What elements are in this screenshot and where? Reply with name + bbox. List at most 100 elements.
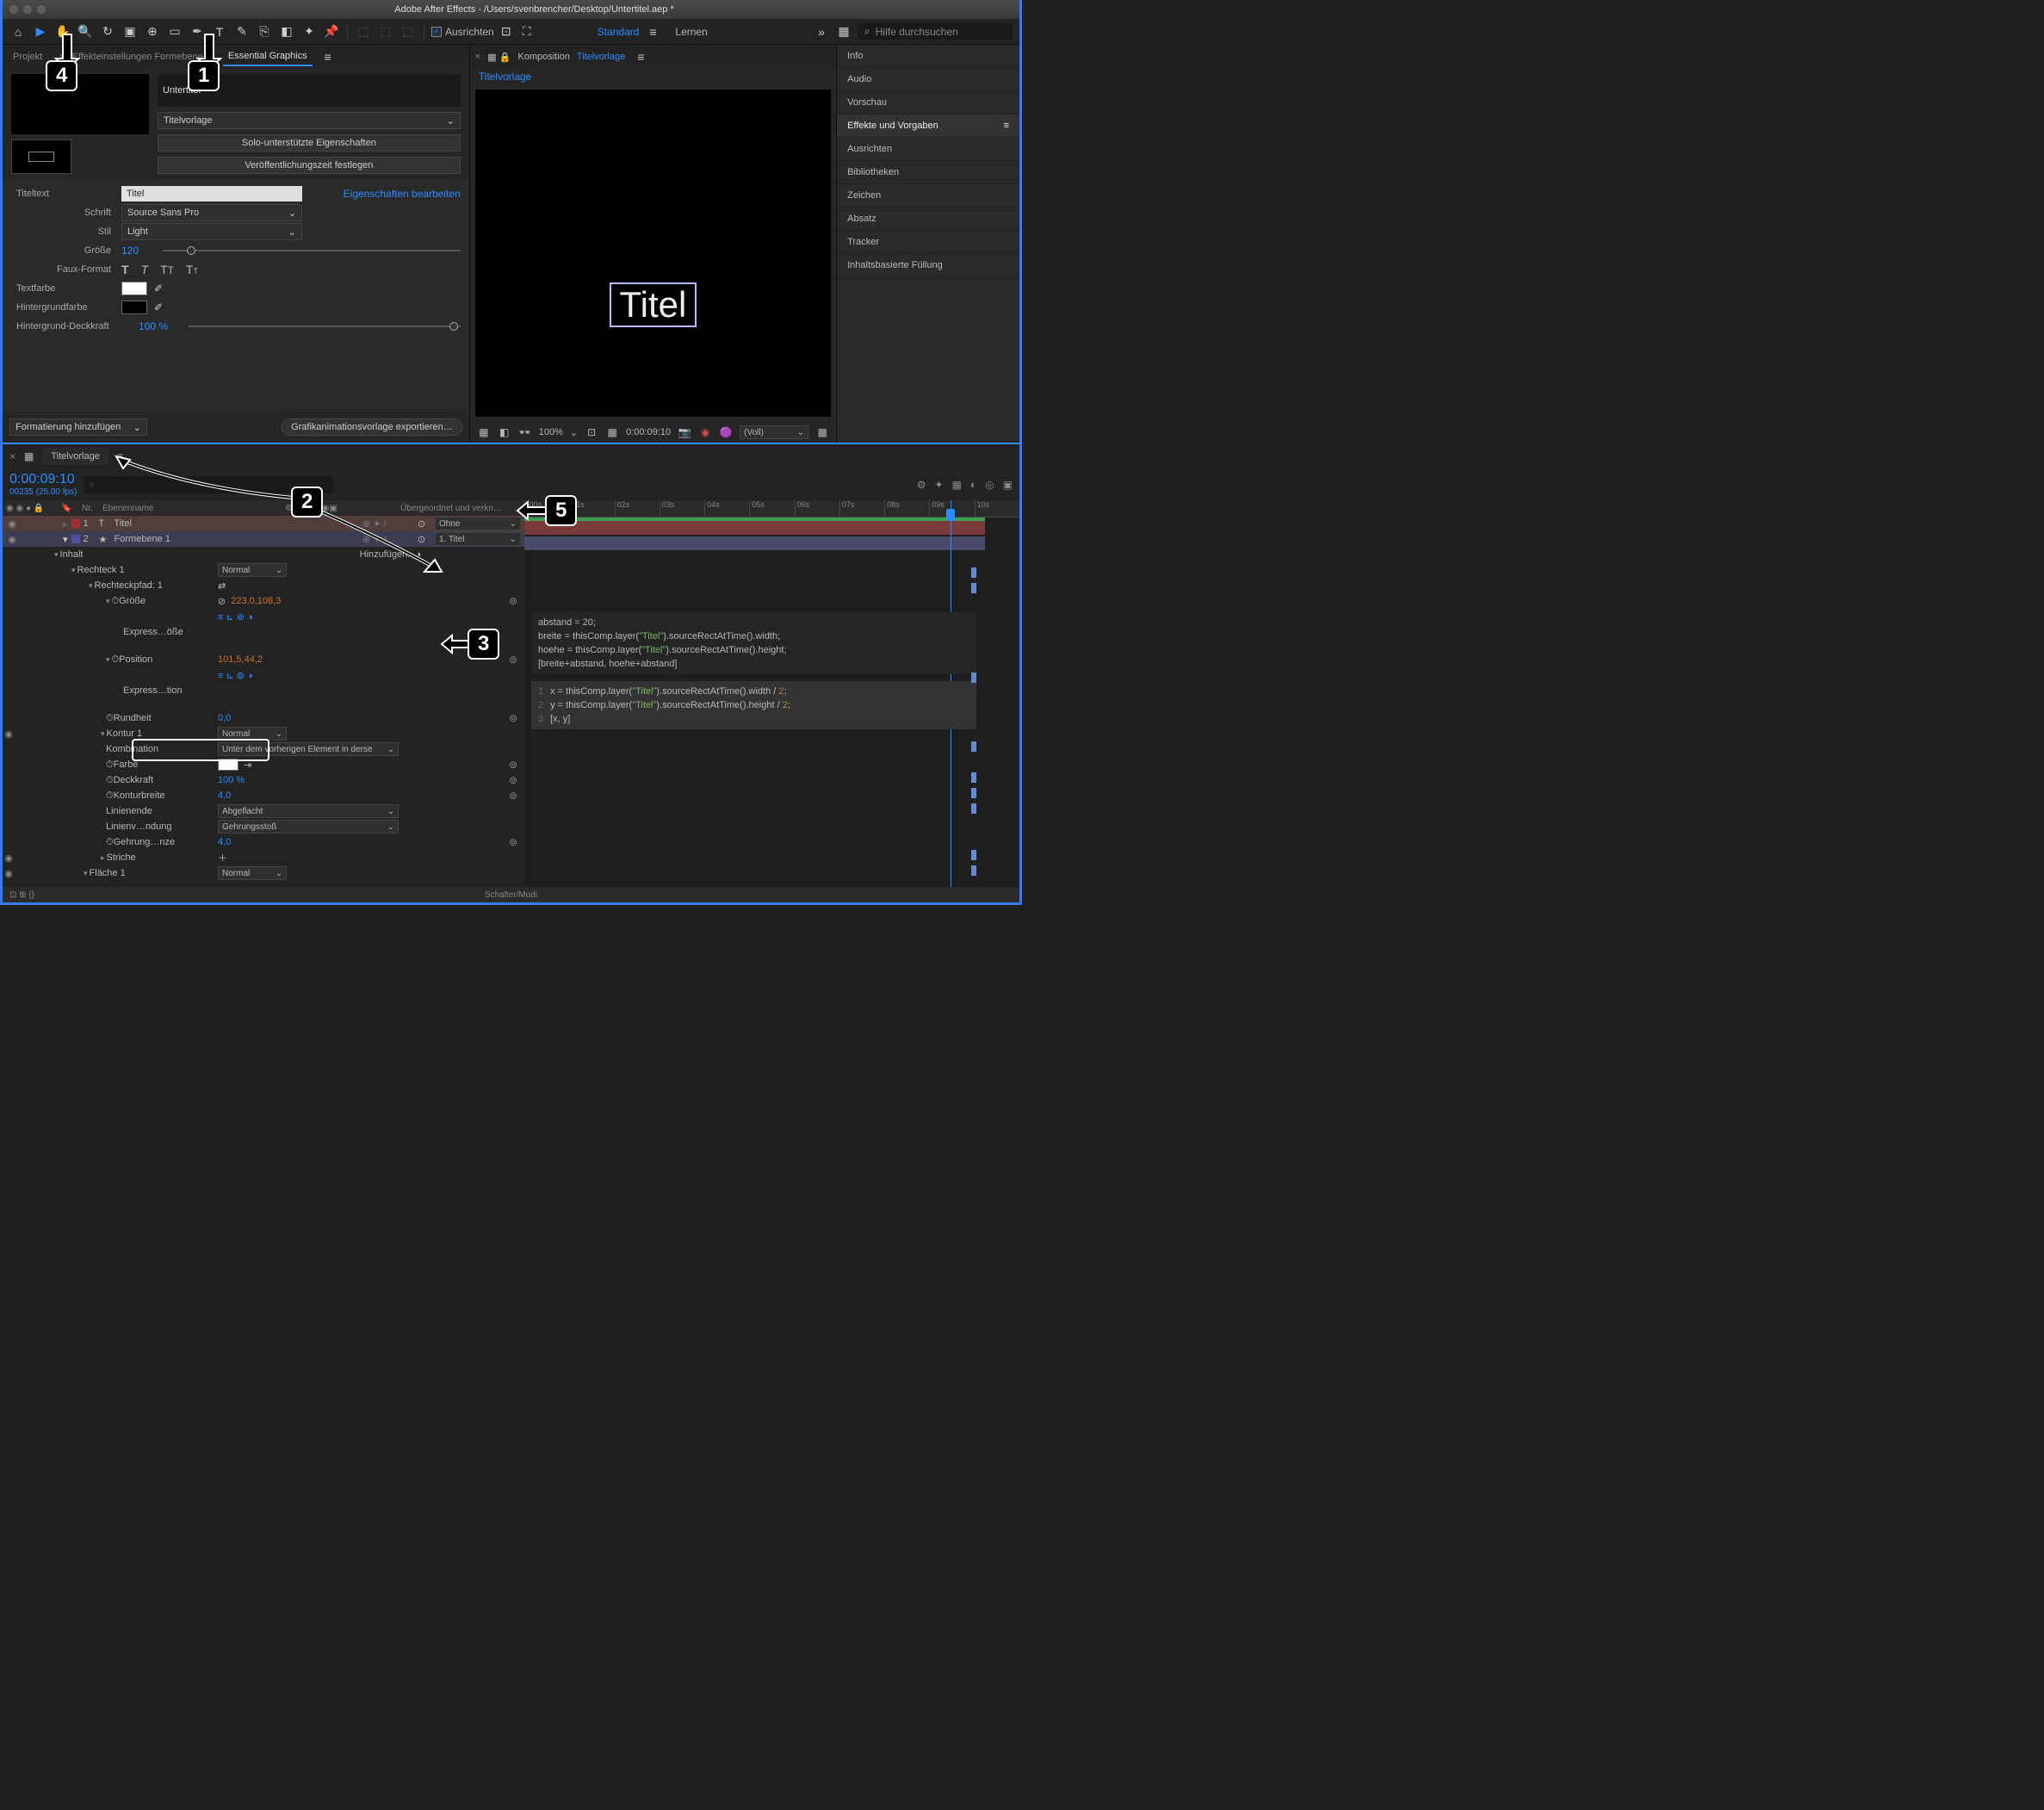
viewer-timecode[interactable]: 0:00:09:10	[626, 427, 671, 437]
res-icon[interactable]: ⊡	[585, 426, 598, 438]
panel-icon[interactable]: ▦	[835, 23, 852, 40]
grid-icon[interactable]: ▦	[477, 426, 491, 438]
layer1-bar[interactable]	[524, 521, 985, 535]
roto-tool-icon[interactable]: ✦	[300, 23, 318, 40]
expression-position[interactable]: 1x = thisComp.layer("Titel").sourceRectA…	[531, 681, 976, 729]
graph-icon[interactable]: ⚙	[917, 479, 926, 491]
snap-icon[interactable]: ⬚	[355, 23, 372, 40]
panel-info[interactable]: Info	[837, 45, 1019, 68]
pickwhip-icon[interactable]: ⊚	[509, 595, 517, 607]
align-toggle[interactable]: ✓ Ausrichten ⊡ ⛶	[431, 23, 536, 40]
align-label: Ausrichten	[445, 26, 494, 38]
panel-effects-presets[interactable]: Effekte und Vorgaben≡	[837, 115, 1019, 138]
comp-header-name[interactable]: Titelvorlage	[577, 52, 625, 62]
panel-bibliotheken[interactable]: Bibliotheken	[837, 161, 1019, 184]
btn-solo-props[interactable]: Solo-unterstützte Eigenschaften	[158, 134, 461, 152]
more-icon[interactable]: »	[813, 23, 830, 40]
snapshot-icon[interactable]: 📷	[678, 426, 691, 438]
3d-icon[interactable]: 👓	[518, 426, 532, 438]
selection-tool-icon[interactable]: ▶	[32, 23, 49, 40]
motion-blur-icon[interactable]: ◐	[970, 479, 976, 491]
workspace-lernen[interactable]: Lernen	[675, 26, 707, 38]
textcolor-swatch[interactable]	[121, 282, 147, 295]
prop-bgcolor-label: Hintergrundfarbe	[11, 302, 115, 313]
export-mogrt-button[interactable]: Grafikanimationsvorlage exportieren…	[282, 418, 462, 436]
viewer-menu-icon[interactable]: ▦	[815, 426, 829, 438]
bgop-slider[interactable]	[189, 325, 461, 327]
pickwhip2-icon[interactable]: ⊚	[509, 654, 517, 666]
workspace-menu-icon[interactable]: ≡	[644, 23, 661, 40]
panel-zeichen[interactable]: Zeichen	[837, 184, 1019, 208]
snap-ext-icon[interactable]: ⛶	[518, 23, 536, 40]
transp-icon[interactable]: ▦	[605, 426, 619, 438]
add-stroke-icon[interactable]: ＋	[218, 851, 227, 865]
size-value[interactable]: 120	[121, 245, 156, 257]
timeline-footer[interactable]: ⊡ ⊞ {} Schalter/Modi	[3, 887, 1019, 902]
snap3-icon[interactable]: ⬚	[400, 23, 417, 40]
expr-pos-label: Express…tion	[3, 685, 218, 696]
egp-master-dropdown[interactable]: Titelvorlage⌄	[158, 112, 461, 129]
timeline-tab[interactable]: Titelvorlage	[42, 448, 108, 465]
window-controls[interactable]	[9, 5, 46, 14]
bgop-value[interactable]: 100 %	[139, 320, 182, 332]
path-icon[interactable]: ⇄	[218, 580, 226, 592]
shy-icon[interactable]: ✦	[935, 479, 944, 491]
res-dropdown[interactable]: (Voll)⌄	[740, 425, 808, 439]
prop-schrift-label: Schrift	[11, 208, 115, 218]
egp-name-input[interactable]	[158, 74, 461, 107]
font-dropdown[interactable]: Source Sans Pro⌄	[121, 204, 302, 221]
graph-editor-icon[interactable]: ◎	[985, 479, 994, 491]
size-expr-value[interactable]: 223,0,108,3	[231, 596, 281, 606]
rectangle-tool-icon[interactable]: ▭	[166, 23, 183, 40]
bgcolor-swatch[interactable]	[121, 301, 147, 314]
zoom-value[interactable]: 100%	[539, 427, 563, 437]
prop-groesse-label: Größe	[11, 245, 115, 256]
edit-props-link[interactable]: Eigenschaften bearbeiten	[344, 188, 461, 200]
time-ruler[interactable]: :00s01s 02s03s 04s05s 06s07s 08s09s 10s	[524, 500, 1019, 518]
color-icon[interactable]: 🟣	[719, 426, 733, 438]
composition-viewer[interactable]: Titel	[475, 90, 831, 417]
current-frames: 00235 (25.00 fps)	[9, 487, 77, 497]
current-timecode[interactable]: 0:00:09:10	[9, 472, 77, 487]
panel-audio[interactable]: Audio	[837, 68, 1019, 91]
eraser-tool-icon[interactable]: ◧	[278, 23, 295, 40]
comp-breadcrumb[interactable]: Titelvorlage	[479, 71, 532, 83]
pos-expr-value[interactable]: 101,5,44,2	[218, 654, 263, 665]
lock-icon[interactable]: ▦ 🔒	[487, 52, 511, 63]
add-format-dropdown[interactable]: Formatierung hinzufügen⌄	[9, 418, 147, 436]
btn-pubtime[interactable]: Veröffentlichungszeit festlegen	[158, 157, 461, 174]
tab-project[interactable]: Projekt	[8, 48, 47, 65]
frame-blend-icon[interactable]: ▦	[952, 479, 962, 491]
eyedropper2-icon[interactable]: ✐	[154, 301, 166, 313]
panel-menu-icon[interactable]: ≡	[1004, 121, 1009, 131]
help-search[interactable]: ⌕ Hilfe durchsuchen	[858, 23, 1013, 40]
titeltext-input[interactable]	[121, 186, 302, 201]
draft3d-icon[interactable]: ▣	[1003, 479, 1013, 491]
mask-icon[interactable]: ◧	[498, 426, 511, 438]
faux-buttons[interactable]: TTTTTT	[121, 263, 198, 276]
panel-contentaware[interactable]: Inhaltsbasierte Füllung	[837, 254, 1019, 277]
orbit-tool-icon[interactable]: ↻	[99, 23, 116, 40]
eyedropper-icon[interactable]: ✐	[154, 282, 166, 294]
panel-ausrichten[interactable]: Ausrichten	[837, 138, 1019, 161]
camera-tool-icon[interactable]: ▣	[121, 23, 139, 40]
home-icon[interactable]: ⌂	[9, 23, 27, 40]
clone-tool-icon[interactable]: ⎘	[256, 23, 273, 40]
puppet-tool-icon[interactable]: 📌	[323, 23, 340, 40]
snap-to-icon[interactable]: ⊡	[498, 23, 515, 40]
brush-tool-icon[interactable]: ✎	[233, 23, 251, 40]
panel-menu-icon[interactable]: ≡	[319, 48, 337, 65]
panel-absatz[interactable]: Absatz	[837, 208, 1019, 231]
comp-menu-icon[interactable]: ≡	[632, 48, 649, 65]
panel-tracker[interactable]: Tracker	[837, 231, 1019, 254]
layer2-bar[interactable]	[524, 536, 985, 550]
channel-icon[interactable]: ◉	[698, 426, 712, 438]
tab-essential-graphics[interactable]: Essential Graphics	[223, 47, 313, 66]
workspace-standard[interactable]: Standard	[598, 26, 640, 38]
size-slider[interactable]	[163, 250, 461, 251]
pan-behind-tool-icon[interactable]: ⊕	[144, 23, 161, 40]
expression-size[interactable]: abstand = 20; breite = thisComp.layer("T…	[531, 612, 976, 674]
panel-vorschau[interactable]: Vorschau	[837, 91, 1019, 115]
snap2-icon[interactable]: ⬚	[377, 23, 394, 40]
style-dropdown[interactable]: Light⌄	[121, 223, 302, 240]
